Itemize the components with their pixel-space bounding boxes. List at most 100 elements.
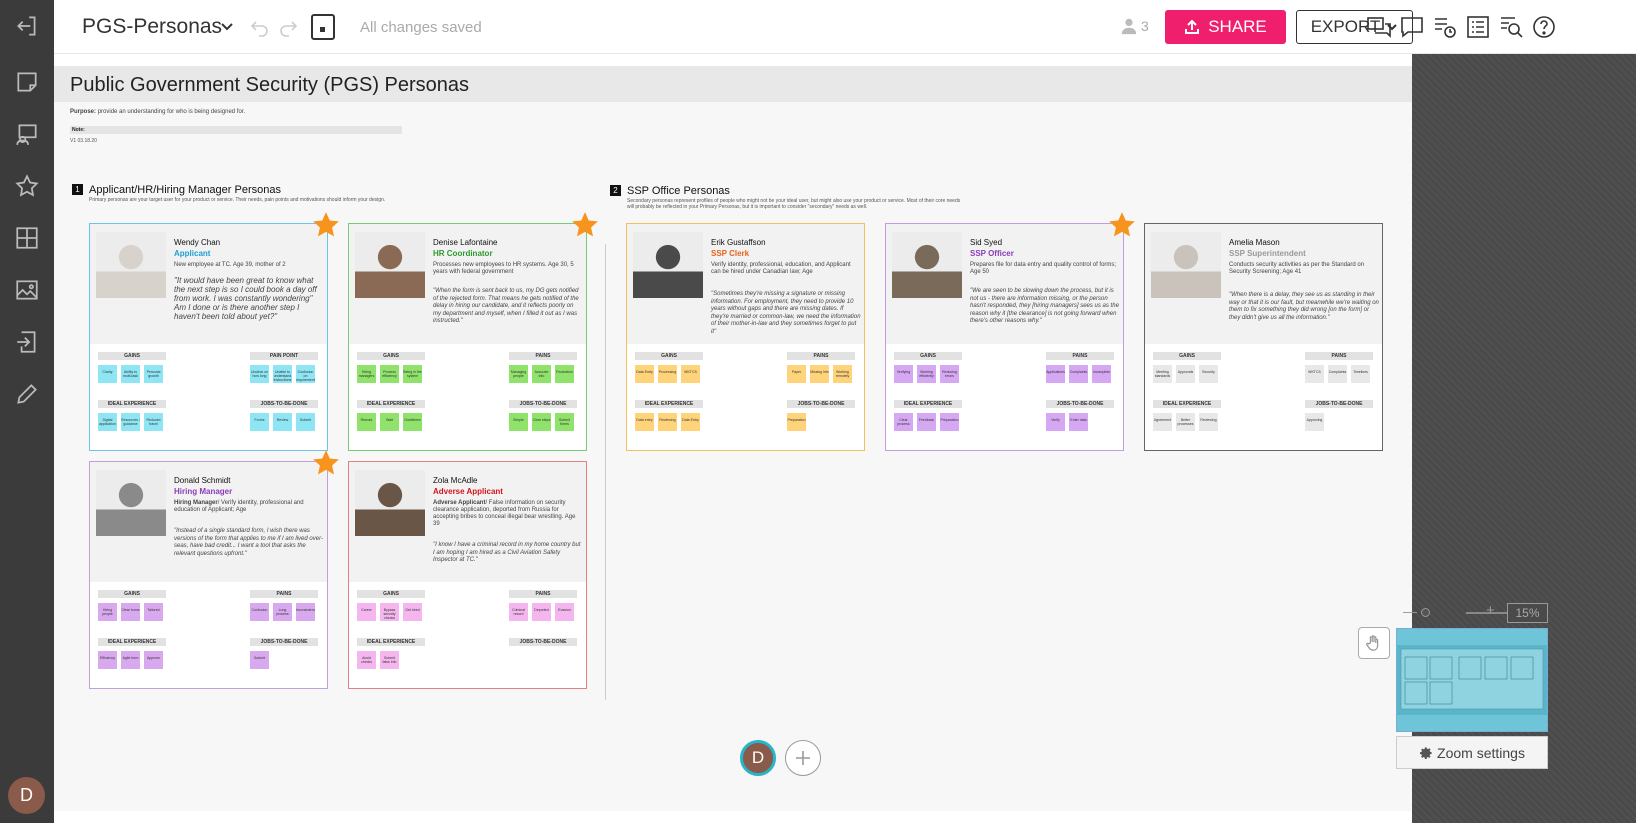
sticky-note[interactable]: Approving [1305, 413, 1324, 431]
sticky-note[interactable]: Data Entry [635, 365, 654, 383]
sticky-note[interactable]: Tailored [144, 603, 163, 621]
history-icon[interactable] [1432, 14, 1458, 40]
sticky-note[interactable]: Reviewing [658, 413, 677, 431]
sticky-note[interactable]: Complaints [1069, 365, 1088, 383]
sticky-note[interactable]: Better processes [1176, 413, 1195, 431]
sticky-note[interactable]: Bypass security checks [380, 603, 399, 621]
sticky-note[interactable]: Clarity [98, 365, 117, 383]
sticky-note[interactable]: Reduced travel [144, 413, 163, 431]
sticky-note[interactable]: Hiring people [98, 603, 117, 621]
sticky-note[interactable]: Review [273, 413, 292, 431]
star-icon[interactable] [11, 170, 43, 202]
sticky-note-icon[interactable] [11, 66, 43, 98]
sticky-note[interactable]: Managing people [509, 365, 528, 383]
sticky-note[interactable]: Clear steps [532, 413, 551, 431]
sticky-note[interactable]: Accurate info [532, 365, 551, 383]
minimap[interactable] [1396, 628, 1548, 732]
sticky-note[interactable]: Resources / guidance [121, 413, 140, 431]
persona-card[interactable]: Donald Schmidt Hiring Manager Hiring Manag… [89, 461, 328, 689]
persona-card[interactable]: Denise Lafontaine HR Coordinator Processes… [348, 223, 587, 451]
sticky-note[interactable]: Hiring managers [357, 365, 376, 383]
undo-icon[interactable] [250, 17, 270, 37]
zoom-level[interactable]: 15% [1507, 603, 1548, 623]
zoom-in-button[interactable]: + [1486, 602, 1495, 619]
sticky-note[interactable]: Being in the system [403, 365, 422, 383]
search-board-icon[interactable] [1498, 14, 1524, 40]
sticky-note[interactable]: Avoid checks [357, 651, 376, 669]
sticky-note[interactable]: Processing [658, 365, 677, 383]
sticky-note[interactable]: Reducing errors [940, 365, 959, 383]
sticky-note[interactable]: Ability to multi-task [121, 365, 140, 383]
sticky-note[interactable]: Simple [509, 413, 528, 431]
sticky-note[interactable]: Verify [1046, 413, 1065, 431]
grid-icon[interactable] [11, 222, 43, 254]
image-icon[interactable] [11, 274, 43, 306]
sticky-note[interactable]: Enter data [1069, 413, 1088, 431]
sticky-note[interactable]: Timelines [1351, 365, 1370, 383]
document-title[interactable]: PGS-Personas [82, 15, 222, 39]
sticky-note[interactable]: Submit false info [380, 651, 399, 669]
sticky-note[interactable]: Feedback [917, 413, 936, 431]
sticky-note[interactable]: Forms [250, 413, 269, 431]
sticky-note[interactable]: Efficiency [98, 651, 117, 669]
sticky-note[interactable]: Agile form [121, 651, 140, 669]
sticky-note[interactable]: Reviewing [1199, 413, 1218, 431]
sticky-note[interactable]: Preparation [787, 413, 806, 431]
sticky-note[interactable]: Missing info [810, 365, 829, 383]
sticky-note[interactable]: Get hired [403, 603, 422, 621]
sticky-note[interactable]: Submit [296, 413, 315, 431]
collaborators[interactable]: 3 [1120, 17, 1149, 35]
sticky-note[interactable]: Confusion on requirements [296, 365, 315, 383]
help-icon[interactable] [1531, 14, 1557, 40]
sticky-note[interactable]: Guidelines [403, 413, 422, 431]
sticky-note[interactable]: Deported [532, 603, 551, 621]
sticky-note[interactable]: Clear forms [121, 603, 140, 621]
frame-icon[interactable] [311, 14, 335, 40]
add-user-button[interactable] [785, 740, 821, 776]
zoom-out-button[interactable]: — [1403, 603, 1417, 619]
sticky-note[interactable]: Paper [787, 365, 806, 383]
sticky-note[interactable]: Data Entry [681, 413, 700, 431]
sticky-note[interactable]: Incomplete [1092, 365, 1111, 383]
sticky-note[interactable]: Rework [357, 413, 376, 431]
sticky-note[interactable]: Complaints [1328, 365, 1347, 383]
persona-card[interactable]: Erik Gustaffson SSP Clerk Verify identity,… [626, 223, 865, 451]
persona-card[interactable]: Sid Syed SSP Officer Prepares file for dat… [885, 223, 1124, 451]
persona-card[interactable]: Wendy Chan Applicant New employee at TC. A… [89, 223, 328, 451]
sticky-note[interactable]: Approvals [1176, 365, 1195, 383]
sticky-note[interactable]: Process efficiency [380, 365, 399, 383]
zoom-slider-handle[interactable] [1421, 608, 1430, 617]
sticky-note[interactable]: Evasion [555, 603, 574, 621]
sticky-note[interactable]: Unable to understand instructions [273, 365, 292, 383]
exit-icon[interactable] [11, 10, 43, 42]
sticky-note[interactable]: Submit [250, 651, 269, 669]
sticky-note[interactable]: Long process [273, 603, 292, 621]
sticky-note[interactable]: Applications [1046, 365, 1065, 383]
hand-icon[interactable] [1358, 627, 1390, 659]
sticky-note[interactable]: Career [357, 603, 376, 621]
sticky-note[interactable]: Digital application [98, 413, 117, 431]
share-button[interactable]: SHARE [1165, 10, 1286, 44]
avatar[interactable]: D [8, 777, 45, 814]
sticky-note[interactable]: Meeting standards [1153, 365, 1172, 383]
presentation-icon[interactable] [11, 118, 43, 150]
sticky-note[interactable]: Working efficiently [917, 365, 936, 383]
sticky-note[interactable]: Wait [380, 413, 399, 431]
sticky-note[interactable]: Submit forms [555, 413, 574, 431]
sticky-note[interactable]: Confusion [250, 603, 269, 621]
sticky-note[interactable]: Verifying [894, 365, 913, 383]
comments-icon[interactable] [1366, 14, 1392, 40]
sticky-note[interactable]: Security [1199, 365, 1218, 383]
sticky-note[interactable]: Inconsistency [296, 603, 315, 621]
sticky-note[interactable]: Criminal record [509, 603, 528, 621]
sticky-note[interactable]: Personal growth [144, 365, 163, 383]
export-button[interactable]: EXPORT [1296, 10, 1413, 44]
sticky-note[interactable]: WKTCS [681, 365, 700, 383]
sticky-note[interactable]: Agreement [1153, 413, 1172, 431]
outline-list-icon[interactable] [1465, 14, 1491, 40]
current-user-avatar[interactable]: D [740, 740, 776, 776]
import-icon[interactable] [11, 326, 43, 358]
persona-card[interactable]: Amelia Mason SSP Superintendent Conducts s… [1144, 223, 1383, 451]
sticky-note[interactable]: Frustration [555, 365, 574, 383]
sticky-note[interactable]: Working remotely [833, 365, 852, 383]
